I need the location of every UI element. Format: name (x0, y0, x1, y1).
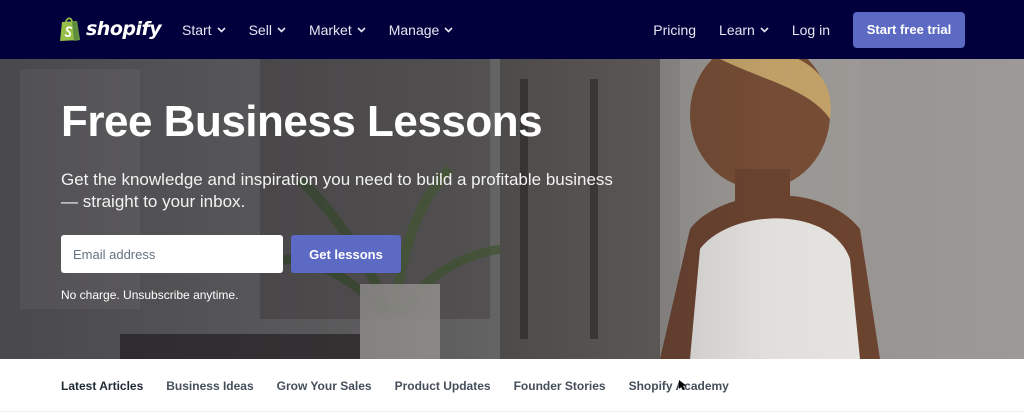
chevron-down-icon (760, 26, 769, 33)
start-free-trial-button[interactable]: Start free trial (853, 11, 965, 48)
chevron-down-icon (217, 26, 226, 33)
nav-start[interactable]: Start (182, 22, 226, 38)
nav-market-label: Market (308, 21, 352, 38)
get-lessons-button[interactable]: Get lessons (291, 235, 401, 273)
nav-learn-label: Learn (719, 21, 755, 38)
nav-sell[interactable]: Sell (249, 22, 286, 38)
tab-founder-stories[interactable]: Founder Stories (514, 379, 606, 393)
primary-nav: Start Sell Market Manage (182, 0, 476, 59)
logo-wordmark: shopify (86, 18, 162, 40)
no-charge-note: No charge. Unsubscribe anytime. (61, 288, 239, 302)
nav-start-label: Start (182, 21, 212, 38)
chevron-down-icon (444, 26, 453, 33)
mouse-cursor-icon (679, 380, 687, 390)
shopping-bag-icon (60, 17, 80, 41)
nav-login[interactable]: Log in (792, 22, 830, 38)
shopify-logo[interactable]: shopify (59, 14, 162, 44)
tab-product-updates[interactable]: Product Updates (395, 379, 491, 393)
nav-manage-label: Manage (388, 21, 440, 38)
nav-pricing[interactable]: Pricing (653, 22, 696, 38)
email-field[interactable] (61, 235, 283, 273)
nav-market[interactable]: Market (309, 22, 366, 38)
tab-grow-your-sales[interactable]: Grow Your Sales (277, 379, 372, 393)
nav-learn[interactable]: Learn (719, 22, 769, 38)
secondary-nav: Pricing Learn Log in Start free trial (630, 0, 965, 59)
category-nav: Latest Articles Business Ideas Grow Your… (0, 359, 1024, 412)
tab-business-ideas[interactable]: Business Ideas (166, 379, 253, 393)
nav-manage[interactable]: Manage (389, 22, 454, 38)
hero-banner: Free Business Lessons Get the knowledge … (0, 59, 1024, 359)
page-title: Free Business Lessons (61, 97, 543, 146)
chevron-down-icon (357, 26, 366, 33)
top-navigation: shopify Start Sell Market Manage Pricing… (0, 0, 1024, 59)
tab-latest-articles[interactable]: Latest Articles (61, 379, 143, 393)
category-nav-items: Latest Articles Business Ideas Grow Your… (61, 359, 752, 412)
chevron-down-icon (277, 26, 286, 33)
nav-sell-label: Sell (248, 21, 272, 38)
hero-subtitle: Get the knowledge and inspiration you ne… (61, 170, 613, 211)
